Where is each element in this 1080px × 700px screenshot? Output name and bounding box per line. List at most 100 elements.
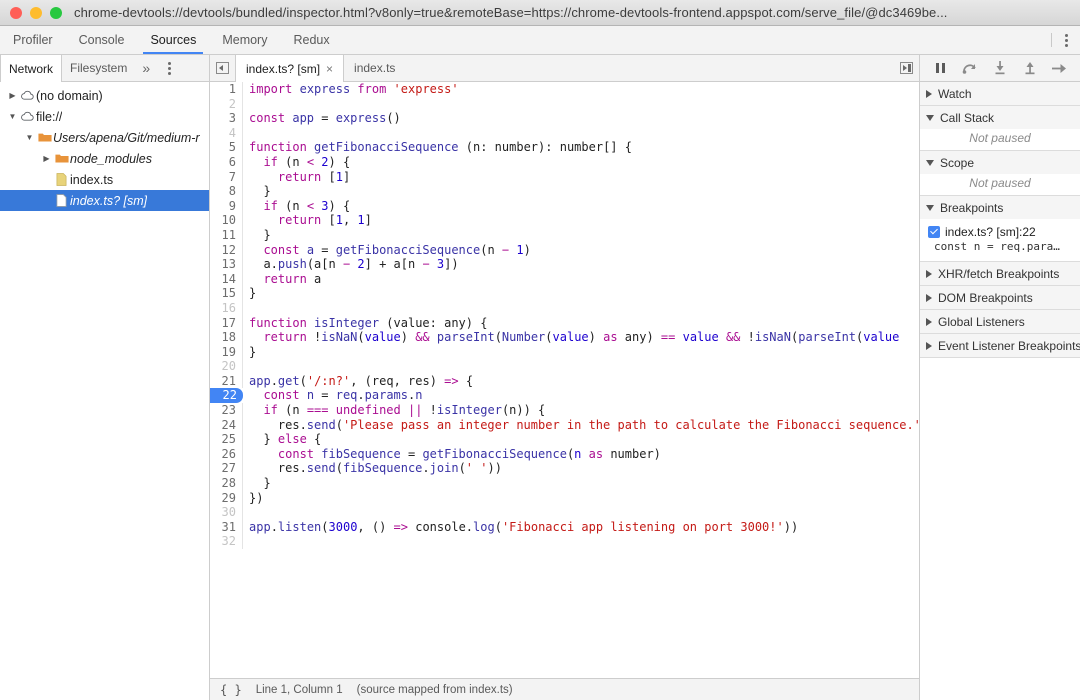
line-number[interactable]: 29: [210, 491, 243, 506]
code-line[interactable]: 1import express from 'express': [210, 82, 919, 97]
code-line[interactable]: 10 return [1, 1]: [210, 213, 919, 228]
line-number[interactable]: 13: [210, 257, 243, 272]
code-line[interactable]: 28 }: [210, 476, 919, 491]
line-number[interactable]: 10: [210, 213, 243, 228]
code-line[interactable]: 8 }: [210, 184, 919, 199]
line-number[interactable]: 1: [210, 82, 243, 97]
close-icon[interactable]: ×: [326, 62, 333, 76]
chevron-down-icon[interactable]: ▼: [23, 133, 36, 142]
code-line[interactable]: 7 return [1]: [210, 170, 919, 185]
line-number[interactable]: 14: [210, 272, 243, 287]
tab-memory[interactable]: Memory: [209, 26, 280, 54]
line-number[interactable]: 4: [210, 126, 243, 141]
tree-item-node-modules[interactable]: ▶node_modules: [0, 148, 209, 169]
pretty-print-braces-icon[interactable]: { }: [220, 683, 242, 697]
code-line[interactable]: 3const app = express(): [210, 111, 919, 126]
line-number[interactable]: 9: [210, 199, 243, 214]
section-header-event-listener-breakpoints[interactable]: Event Listener Breakpoints: [920, 334, 1080, 357]
code-line[interactable]: 27 res.send(fibSequence.join(' ')): [210, 461, 919, 476]
code-line[interactable]: 2: [210, 97, 919, 112]
navigator-overflow-icon[interactable]: »: [135, 55, 157, 81]
tree-item-no-domain[interactable]: ▶(no domain): [0, 85, 209, 106]
code-line[interactable]: 26 const fibSequence = getFibonacciSeque…: [210, 447, 919, 462]
line-number[interactable]: 19: [210, 345, 243, 360]
editor-tab-index-ts-sm[interactable]: index.ts? [sm] ×: [235, 55, 344, 82]
line-number[interactable]: 8: [210, 184, 243, 199]
window-controls[interactable]: [10, 7, 62, 19]
line-number[interactable]: 2: [210, 97, 243, 112]
line-number[interactable]: 18: [210, 330, 243, 345]
code-line[interactable]: 21app.get('/:n?', (req, res) => {: [210, 374, 919, 389]
code-line[interactable]: 6 if (n < 2) {: [210, 155, 919, 170]
line-number[interactable]: 30: [210, 505, 243, 520]
line-number[interactable]: 11: [210, 228, 243, 243]
line-number[interactable]: 17: [210, 316, 243, 331]
breakpoint-marker[interactable]: 22: [210, 388, 243, 403]
step-over-button[interactable]: [959, 58, 981, 78]
code-line[interactable]: 18 return !isNaN(value) && parseInt(Numb…: [210, 330, 919, 345]
tree-item-file[interactable]: ▼file://: [0, 106, 209, 127]
tree-item-index-ts[interactable]: ▶index.ts: [0, 169, 209, 190]
code-line[interactable]: 32: [210, 534, 919, 549]
tab-sources[interactable]: Sources: [137, 26, 209, 54]
chevron-right-icon[interactable]: ▶: [6, 91, 19, 100]
chevron-right-icon[interactable]: ▶: [40, 154, 53, 163]
line-number[interactable]: 27: [210, 461, 243, 476]
section-header-scope[interactable]: Scope: [920, 151, 1080, 174]
line-number[interactable]: 6: [210, 155, 243, 170]
code-line[interactable]: 11 }: [210, 228, 919, 243]
line-number[interactable]: 28: [210, 476, 243, 491]
code-line[interactable]: 4: [210, 126, 919, 141]
line-number[interactable]: 5: [210, 140, 243, 155]
line-number[interactable]: 31: [210, 520, 243, 535]
code-line[interactable]: 13 a.push(a[n − 2] + a[n − 3]): [210, 257, 919, 272]
code-line[interactable]: 30: [210, 505, 919, 520]
code-line[interactable]: 12 const a = getFibonacciSequence(n − 1): [210, 243, 919, 258]
chevron-down-icon[interactable]: ▼: [6, 112, 19, 121]
navigator-tab-filesystem[interactable]: Filesystem: [62, 55, 135, 81]
code-line[interactable]: 14 return a: [210, 272, 919, 287]
line-number[interactable]: 3: [210, 111, 243, 126]
code-line[interactable]: 24 res.send('Please pass an integer numb…: [210, 418, 919, 433]
close-window-button[interactable]: [10, 7, 22, 19]
line-number[interactable]: 15: [210, 286, 243, 301]
minimize-window-button[interactable]: [30, 7, 42, 19]
editor-tab-index-ts[interactable]: index.ts: [344, 55, 405, 81]
step-out-button[interactable]: [1019, 58, 1041, 78]
line-number[interactable]: 32: [210, 534, 243, 549]
tab-redux[interactable]: Redux: [280, 26, 342, 54]
step-button[interactable]: [1048, 58, 1070, 78]
code-line[interactable]: 23 if (n === undefined || !isInteger(n))…: [210, 403, 919, 418]
line-number[interactable]: 12: [210, 243, 243, 258]
code-line[interactable]: 31app.listen(3000, () => console.log('Fi…: [210, 520, 919, 535]
line-number[interactable]: 20: [210, 359, 243, 374]
tab-console[interactable]: Console: [66, 26, 138, 54]
line-number[interactable]: 25: [210, 432, 243, 447]
section-header-watch[interactable]: Watch: [920, 82, 1080, 105]
navigator-tab-network[interactable]: Network: [0, 55, 62, 82]
code-line[interactable]: 25 } else {: [210, 432, 919, 447]
line-number[interactable]: 7: [210, 170, 243, 185]
code-line[interactable]: 20: [210, 359, 919, 374]
file-tree[interactable]: ▶(no domain)▼file://▼Users/apena/Git/med…: [0, 82, 209, 700]
line-number[interactable]: 24: [210, 418, 243, 433]
code-line[interactable]: 19}: [210, 345, 919, 360]
tree-item-index-ts-sm[interactable]: ▶index.ts? [sm]: [0, 190, 209, 211]
breakpoint-checkbox[interactable]: [928, 226, 940, 238]
code-line[interactable]: 22 const n = req.params.n: [210, 388, 919, 403]
code-line[interactable]: 17function isInteger (value: any) {: [210, 316, 919, 331]
section-header-dom-breakpoints[interactable]: DOM Breakpoints: [920, 286, 1080, 309]
section-header-call-stack[interactable]: Call Stack: [920, 106, 1080, 129]
section-header-global-listeners[interactable]: Global Listeners: [920, 310, 1080, 333]
code-line[interactable]: 16: [210, 301, 919, 316]
line-number[interactable]: 26: [210, 447, 243, 462]
line-number[interactable]: 16: [210, 301, 243, 316]
breakpoint-item[interactable]: index.ts? [sm]:22: [920, 223, 1080, 239]
maximize-window-button[interactable]: [50, 7, 62, 19]
more-options-icon[interactable]: [1052, 26, 1080, 54]
code-line[interactable]: 9 if (n < 3) {: [210, 199, 919, 214]
code-lines[interactable]: 1import express from 'express'23const ap…: [210, 82, 919, 549]
tab-profiler[interactable]: Profiler: [0, 26, 66, 54]
section-header-xhr-fetch-breakpoints[interactable]: XHR/fetch Breakpoints: [920, 262, 1080, 285]
navigator-more-options-icon[interactable]: [157, 55, 181, 81]
